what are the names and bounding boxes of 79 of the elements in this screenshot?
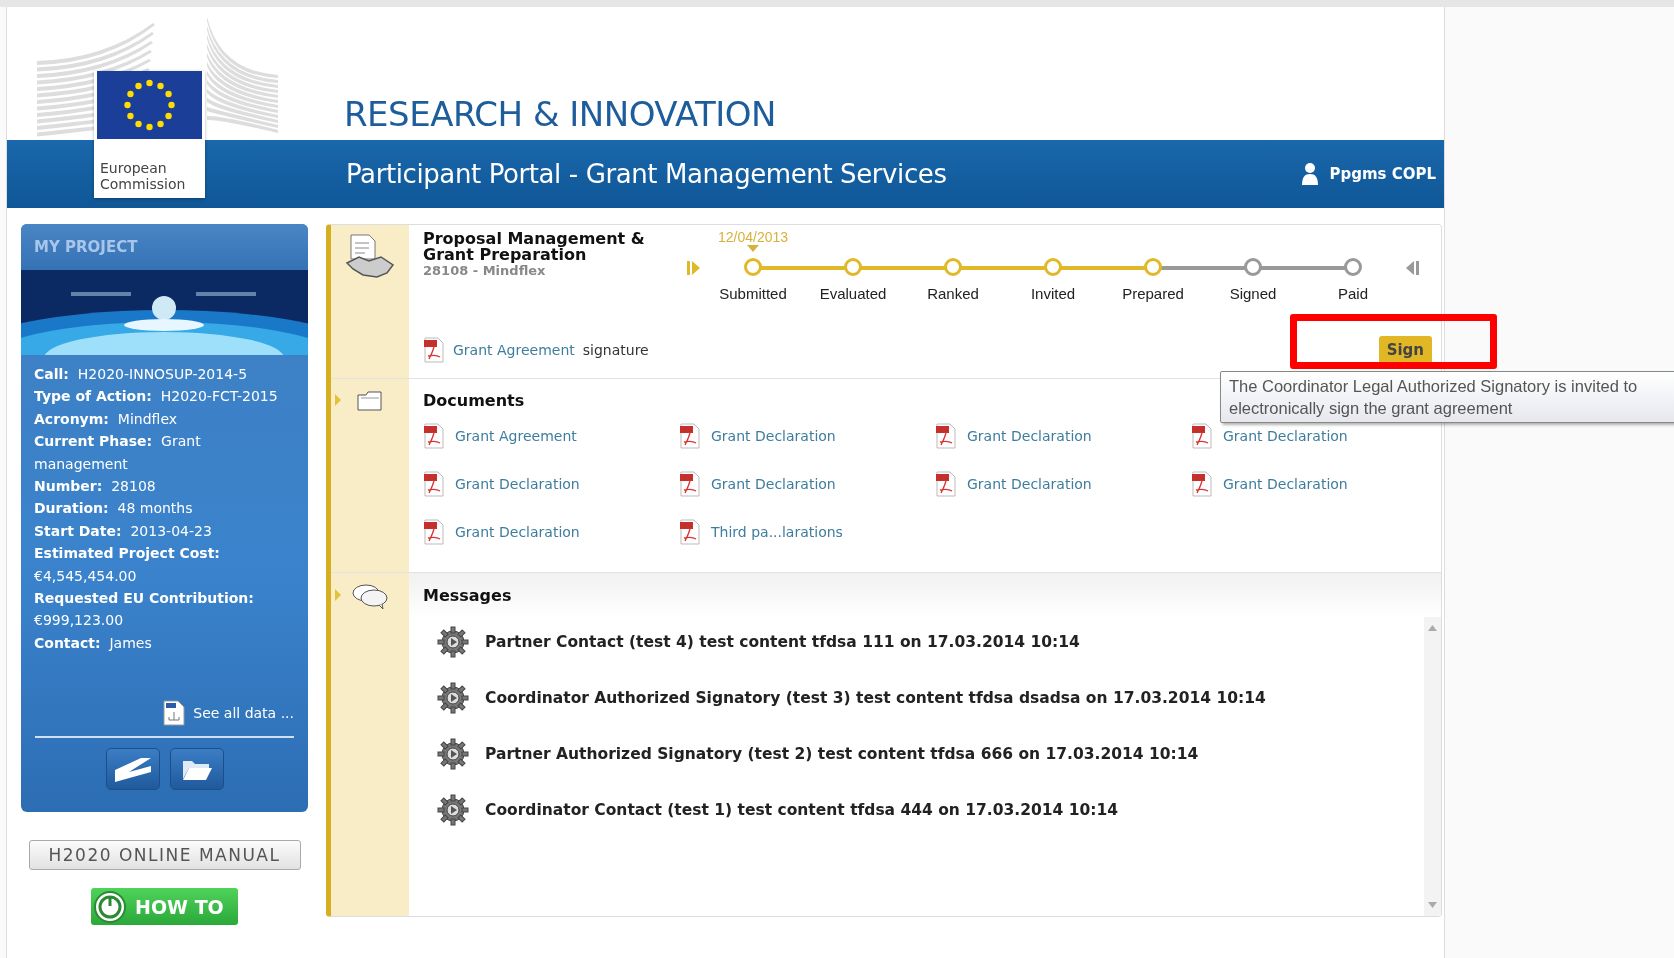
- message-text[interactable]: Partner Contact (test 4) test content tfdsa 111 on 17.03.2014 10:14: [485, 633, 1080, 651]
- pdf-icon: [679, 518, 701, 545]
- speech-bubbles-icon: [351, 583, 389, 609]
- pdf-icon: [679, 422, 701, 449]
- step-label: Ranked: [927, 285, 979, 302]
- tooltip: The Coordinator Legal Authorized Signatory is invited to electronically sign the grant agreement: [1220, 371, 1674, 423]
- pdf-icon: [423, 518, 445, 545]
- pdf-icon: [1191, 470, 1213, 497]
- power-icon: [93, 889, 127, 924]
- project-field: Type of Action: H2020-FCT-2015: [34, 385, 294, 408]
- folder-button[interactable]: [169, 748, 224, 791]
- user-name[interactable]: Ppgms COPL: [1329, 165, 1436, 183]
- pdf-icon: [1191, 422, 1213, 449]
- portal-title: Participant Portal - Grant Management Services: [346, 159, 948, 189]
- document-link[interactable]: Grant Declaration: [455, 475, 580, 492]
- project-field: Call: H2020-INNOSUP-2014-5: [34, 363, 294, 386]
- document-link[interactable]: Grant Declaration: [967, 475, 1092, 492]
- folder-icon: [356, 388, 384, 413]
- project-field: Number: 28108: [34, 475, 294, 498]
- user-icon: [1301, 162, 1320, 186]
- document-link[interactable]: Grant Agreement: [453, 342, 575, 358]
- document-link[interactable]: Third pa...larations: [711, 523, 843, 540]
- end-marker-icon: [1405, 260, 1419, 276]
- message-text[interactable]: Partner Authorized Signatory (test 2) test content tfdsa 666 on 17.03.2014 10:14: [485, 745, 1199, 763]
- gear-icon: [437, 682, 469, 714]
- expand-arrow-icon[interactable]: [335, 393, 341, 406]
- message-text[interactable]: Coordinator Authorized Signatory (test 3) test content tfdsa dsadsa on 17.03.2014 10:14: [485, 689, 1266, 707]
- scrollbar[interactable]: [1424, 617, 1441, 916]
- site-title: RESEARCH & INNOVATION: [344, 94, 777, 136]
- scroll-down-icon[interactable]: [1428, 902, 1437, 908]
- pdf-icon: [423, 470, 445, 497]
- expand-arrow-icon[interactable]: [335, 589, 341, 601]
- gear-icon: [437, 626, 469, 658]
- how-to-button[interactable]: HOW TO: [91, 888, 238, 926]
- project-field: Duration: 48 months: [34, 497, 294, 520]
- submission-date: 12/04/2013: [717, 229, 789, 245]
- scroll-up-icon[interactable]: [1428, 625, 1437, 631]
- document-icon: [163, 700, 186, 727]
- start-marker-icon: [687, 260, 701, 276]
- panel-heading: MY PROJECT: [21, 224, 308, 270]
- document-link[interactable]: Grant Declaration: [967, 427, 1092, 444]
- eu-flag-icon: [97, 71, 202, 139]
- pdf-icon: [423, 422, 445, 449]
- road-button[interactable]: [105, 748, 160, 791]
- gear-icon: [437, 738, 469, 770]
- pdf-icon: [935, 470, 957, 497]
- sign-button[interactable]: Sign: [1378, 336, 1432, 364]
- gear-icon: [437, 794, 469, 826]
- step-label: Submitted: [719, 285, 787, 302]
- logo-text: European Commission: [100, 160, 187, 192]
- step-label: Invited: [1030, 285, 1076, 302]
- project-field: Estimated Project Cost: €4,545,454.00: [34, 542, 294, 588]
- document-link[interactable]: Grant Declaration: [1223, 427, 1348, 444]
- step-label: Evaluated: [819, 285, 887, 302]
- step-label: Prepared: [1122, 285, 1184, 302]
- pdf-icon: [423, 337, 445, 363]
- section-title: Messages: [423, 584, 512, 607]
- manual-button[interactable]: H2020 ONLINE MANUAL: [28, 840, 301, 871]
- step-label: Paid: [1338, 285, 1368, 302]
- workflow-title: Proposal Management & Grant Preparation: [423, 231, 646, 263]
- section-title: Documents: [423, 390, 525, 413]
- document-link[interactable]: Grant Declaration: [711, 475, 836, 492]
- see-all-link[interactable]: See all data ...: [193, 705, 294, 722]
- document-link[interactable]: Grant Declaration: [455, 523, 580, 540]
- project-field: Start Date: 2013-04-23: [34, 519, 294, 543]
- document-link[interactable]: Grant Declaration: [711, 427, 836, 444]
- date-marker-icon: [747, 245, 759, 252]
- pdf-icon: [935, 422, 957, 449]
- project-field: Acronym: Mindflex: [34, 407, 294, 431]
- document-link[interactable]: Grant Agreement: [455, 427, 577, 444]
- project-field: Current Phase: Grant management: [34, 430, 294, 476]
- document-link[interactable]: Grant Declaration: [1223, 475, 1348, 492]
- message-text[interactable]: Coordinator Contact (test 1) test content tfdsa 444 on 17.03.2014 10:14: [485, 801, 1119, 819]
- step-label: Signed: [1229, 285, 1277, 302]
- project-field: Contact: James: [34, 631, 294, 655]
- project-field: Requested EU Contribution: €999,123.00: [34, 587, 294, 632]
- pdf-icon: [679, 470, 701, 497]
- project-id: 28108 - Mindflex: [423, 263, 547, 278]
- action-text: signature: [582, 342, 649, 358]
